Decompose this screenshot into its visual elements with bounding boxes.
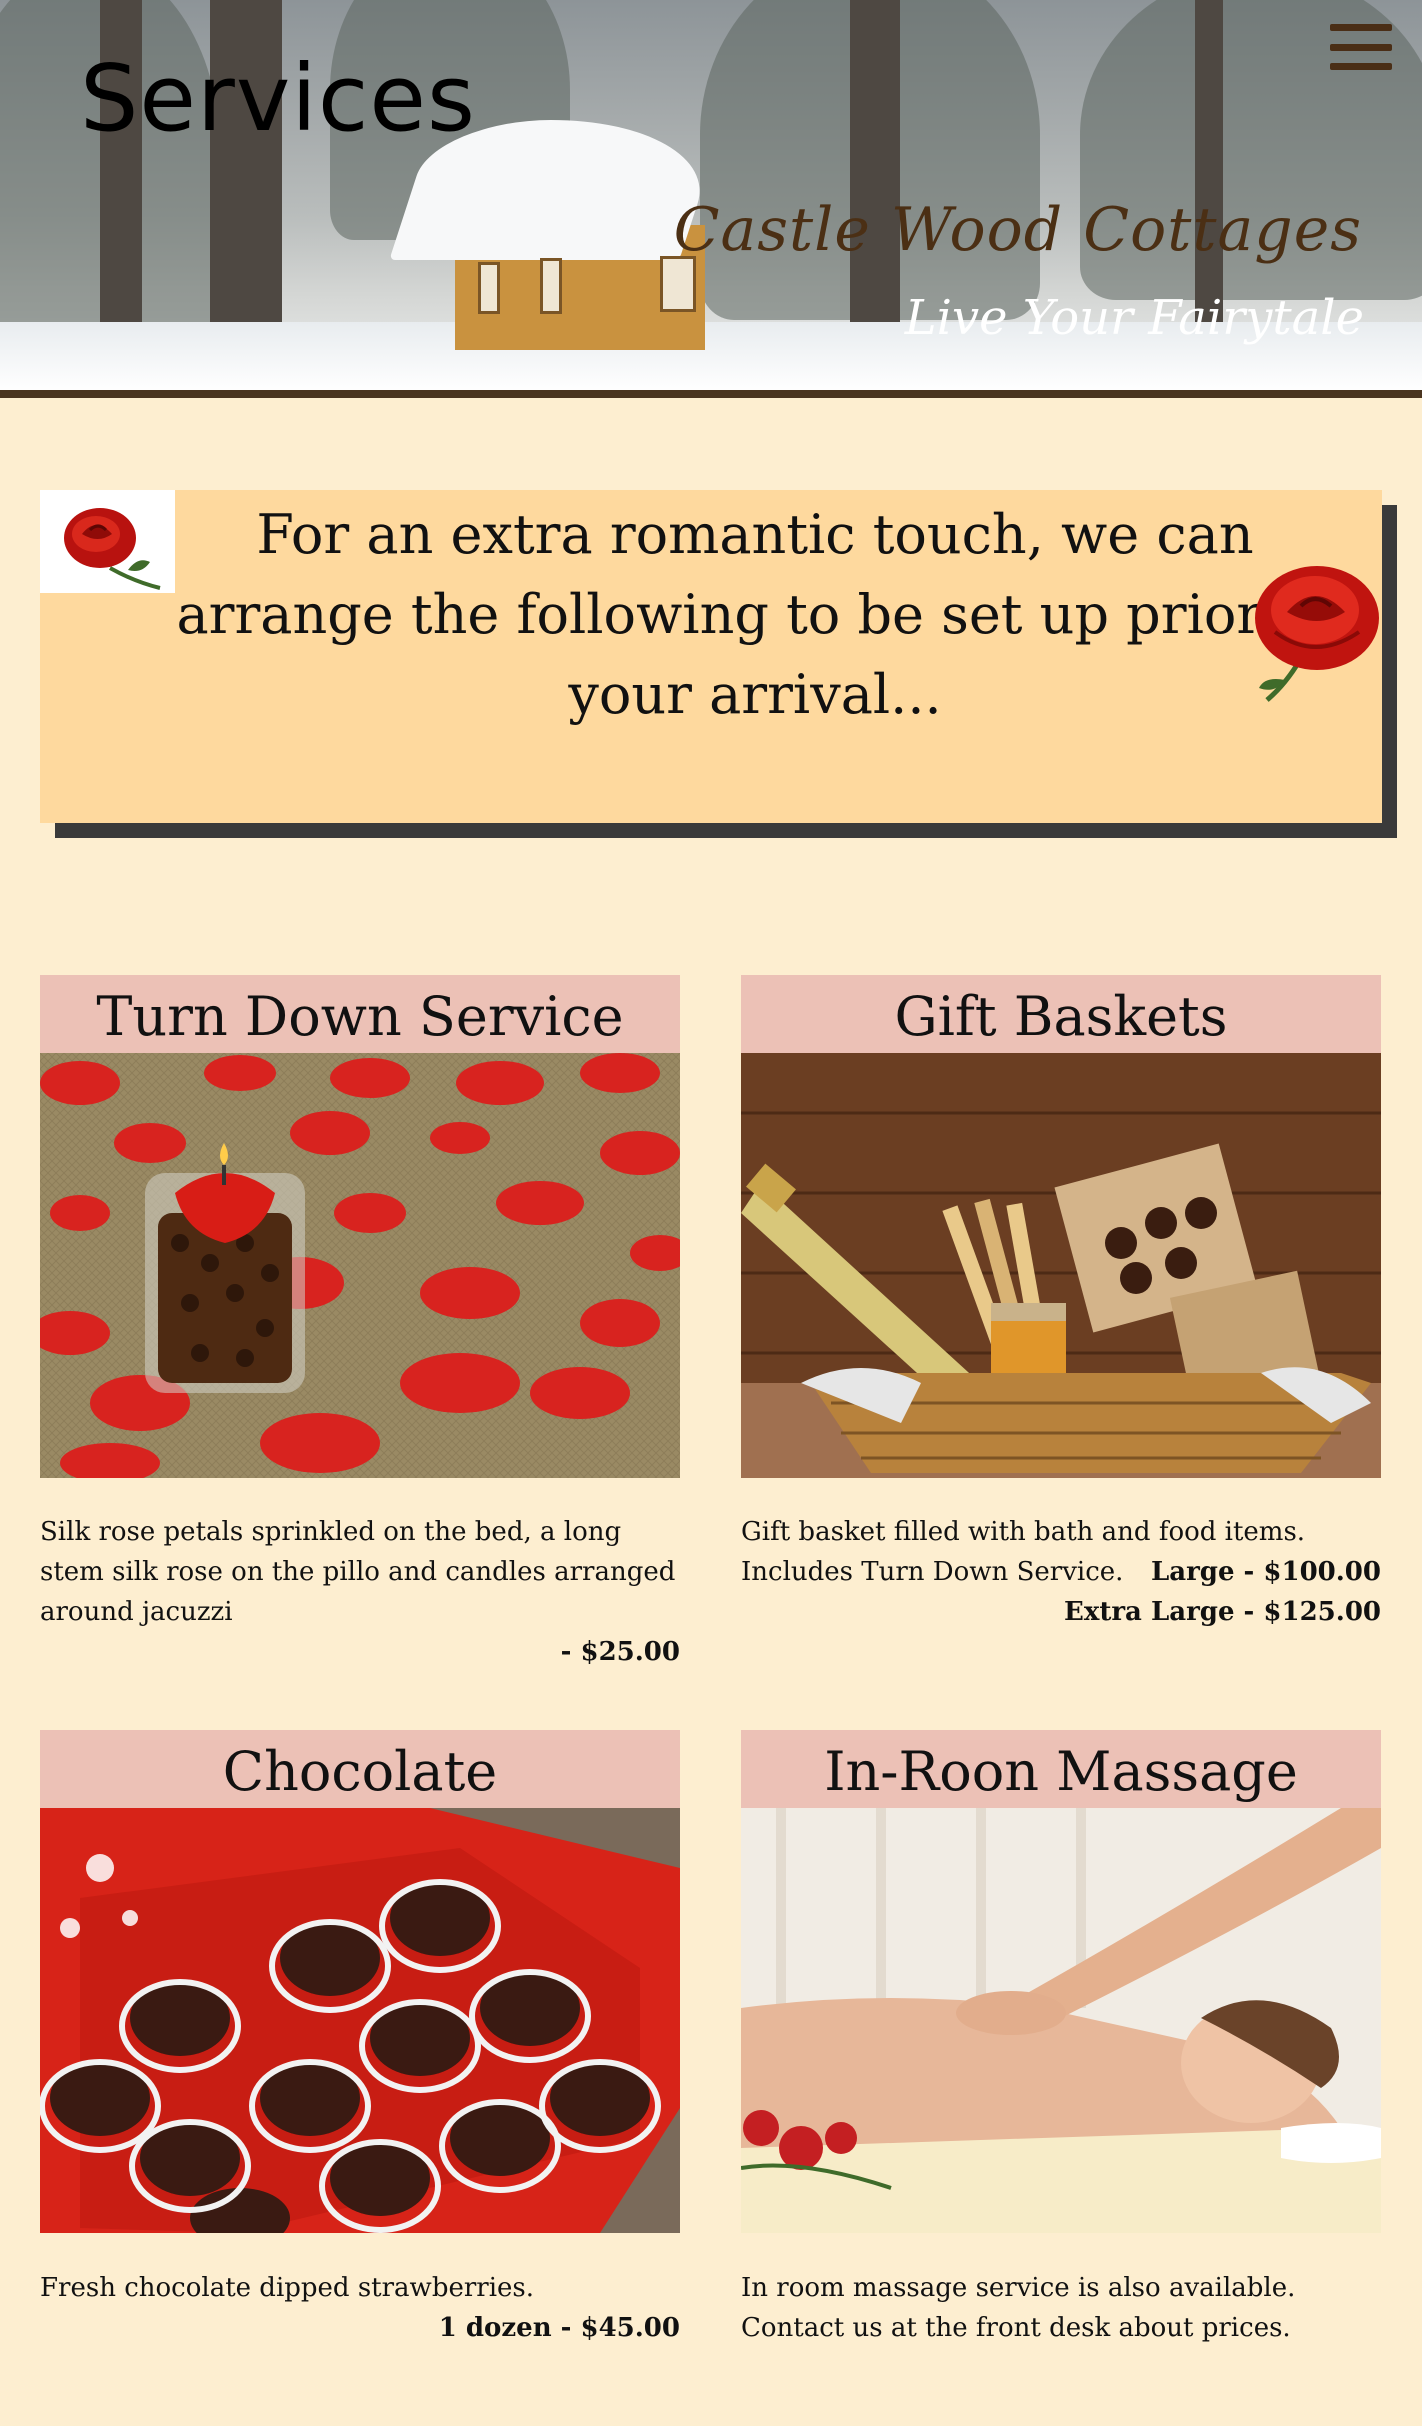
header-banner: Services Castle Wood Cottages Live Your … [0, 0, 1422, 392]
service-description-gift-baskets: Gift basket filled with bath and food it… [741, 1512, 1381, 1632]
menu-bar [1330, 43, 1392, 51]
cabin-window [540, 258, 562, 314]
service-title-chocolate-strawberries: Chocolate Strawberries [40, 1730, 680, 1887]
hamburger-menu-icon[interactable] [1330, 24, 1392, 70]
service-price: 1 dozen - $45.00 [438, 2313, 680, 2343]
cabin-window [478, 262, 500, 314]
service-description-text: Silk rose petals sprinkled on the bed, a… [40, 1517, 676, 1627]
service-description-massage: In room massage service is also availabl… [741, 2268, 1381, 2348]
header-divider [0, 390, 1422, 398]
brand-tagline: Live Your Fairytale [904, 290, 1364, 346]
service-price: - $25.00 [560, 1637, 680, 1667]
brand-name: Castle Wood Cottages [673, 195, 1362, 265]
service-title-massage: In-Roon Massage [741, 1730, 1381, 1808]
service-description-turn-down: Silk rose petals sprinkled on the bed, a… [40, 1512, 680, 1672]
rose-icon [1245, 560, 1385, 705]
menu-bar [1330, 24, 1392, 31]
page-title: Services [80, 45, 476, 152]
service-title-gift-baskets: Gift Baskets [741, 975, 1381, 1053]
massage-image [741, 1808, 1381, 2233]
turn-down-image [40, 1053, 680, 1478]
service-description-chocolate-strawberries: Fresh chocolate dipped strawberries. 1 d… [40, 2268, 680, 2348]
chocolate-strawberries-image [40, 1808, 680, 2233]
service-description-text: In room massage service is also availabl… [741, 2273, 1296, 2343]
gift-basket-image [741, 1053, 1381, 1478]
service-description-text: Fresh chocolate dipped strawberries. [40, 2273, 535, 2303]
service-price: Extra Large - $125.00 [1064, 1597, 1381, 1627]
service-title-turn-down: Turn Down Service [40, 975, 680, 1053]
intro-text: For an extra romantic touch, we can arra… [176, 503, 1334, 726]
menu-bar [1330, 63, 1392, 70]
